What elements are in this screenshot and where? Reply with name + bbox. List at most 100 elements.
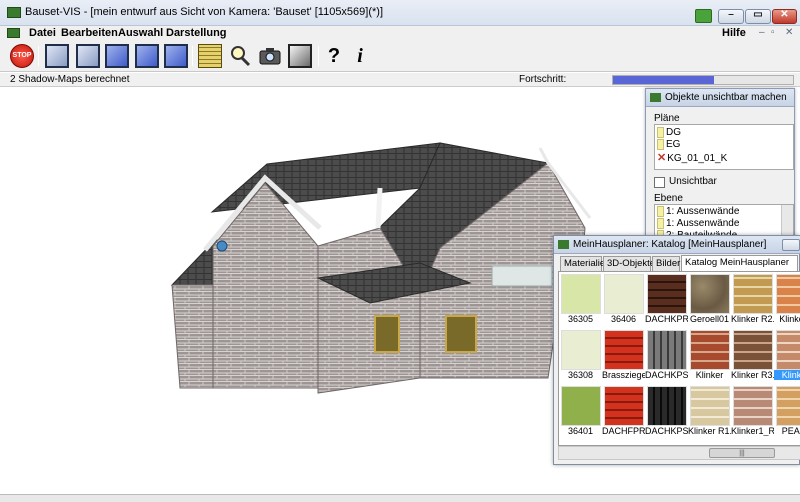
material-label: Brassziegel. (602, 370, 645, 380)
material-label: DACHKPS. (645, 370, 688, 380)
plan-swatch (657, 139, 664, 150)
info-icon[interactable]: i (348, 44, 372, 68)
ebene-swatch (657, 218, 664, 229)
material-tile[interactable]: DACHKPS. (645, 384, 688, 440)
material-thumbnail (647, 274, 687, 314)
status-bar: 2 Shadow-Maps berechnet Fortschritt: (0, 73, 800, 87)
material-tile[interactable]: 36406 (602, 272, 645, 328)
hidden-x-icon: ✕ (657, 152, 667, 164)
material-tile[interactable]: 36308 (559, 328, 602, 384)
progress-fill (613, 76, 714, 84)
plan-item[interactable]: EG (657, 139, 680, 150)
magnifier-icon[interactable] (228, 44, 252, 68)
ebene-scrollbar[interactable] (781, 205, 793, 239)
toolbar-separator (318, 46, 319, 66)
material-thumbnail (776, 274, 800, 314)
catalog-scroll-thumb[interactable]: ||| (709, 448, 775, 458)
catalog-minimize-button[interactable] (782, 239, 800, 251)
material-thumbnail (776, 386, 800, 426)
close-button[interactable]: ✕ (772, 9, 797, 24)
material-tile[interactable]: Geroell01 (688, 272, 731, 328)
material-tile[interactable]: Klinker1_R. (731, 384, 774, 440)
material-label: 36308 (567, 370, 594, 380)
catalog-icon (558, 240, 569, 249)
menu-bar: Datei Bearbeiten Auswahl Darstellung Hil… (0, 26, 800, 40)
view-top-icon[interactable] (105, 44, 129, 68)
view-iso-icon[interactable] (135, 44, 159, 68)
material-thumbnail (690, 274, 730, 314)
camera-icon[interactable] (258, 44, 282, 68)
material-thumbnail (647, 386, 687, 426)
material-tile[interactable]: Klinker (774, 328, 800, 384)
material-thumbnail (690, 386, 730, 426)
catalog-hscrollbar[interactable]: ||| (558, 446, 800, 460)
material-label: DACHKPS. (645, 426, 688, 436)
material-thumbnail (647, 330, 687, 370)
catalog-title: MeinHausplaner: Katalog [MeinHausplaner] (573, 239, 767, 250)
progress-bar (612, 75, 794, 85)
material-label: Klinker1_R. (731, 426, 774, 436)
plan-item[interactable]: DG (657, 127, 681, 138)
view-front-icon[interactable] (45, 44, 69, 68)
material-label: 36305 (567, 314, 594, 324)
material-tile[interactable]: Klinker R2. (731, 272, 774, 328)
material-tile[interactable]: DACHFPR. (602, 384, 645, 440)
progress-label: Fortschritt: (519, 74, 567, 85)
app-icon (7, 7, 21, 18)
material-tile[interactable]: Klinker R3. (731, 328, 774, 384)
material-thumbnail (561, 386, 601, 426)
material-tile[interactable]: Klinker1 (774, 272, 800, 328)
ebene-item[interactable]: 1: Aussenwände (657, 206, 739, 217)
menu-auswahl[interactable]: Auswahl (118, 27, 163, 39)
tab-materialien[interactable]: Materialien (560, 256, 610, 271)
menu-datei[interactable]: Datei (29, 27, 56, 39)
toolbar-separator (38, 46, 39, 66)
mdi-minimize-button[interactable]: – (759, 27, 765, 38)
material-label: Klinker R2. (731, 314, 774, 324)
material-label: Geroell01 (689, 314, 730, 324)
mdi-restore-button[interactable]: ▫ (771, 27, 775, 38)
panel-title: Objekte unsichtbar machen (665, 92, 787, 103)
material-tile[interactable]: PEAka (774, 384, 800, 440)
stop-button[interactable]: STOP (10, 44, 34, 68)
ebene-label: Ebene (654, 193, 683, 204)
help-icon[interactable]: ? (322, 44, 346, 68)
maximize-button[interactable]: ▭ (745, 9, 771, 24)
material-tile[interactable]: Klinker (688, 328, 731, 384)
material-label: Klinker R3. (731, 370, 774, 380)
plan-swatch (657, 127, 664, 138)
minimize-button[interactable]: – (718, 9, 744, 24)
green-status-icon[interactable] (695, 9, 712, 23)
material-tile[interactable]: 36401 (559, 384, 602, 440)
ebene-item[interactable]: 1: Aussenwände (657, 218, 739, 229)
status-message: 2 Shadow-Maps berechnet (10, 74, 130, 85)
catalog-window: MeinHausplaner: Katalog [MeinHausplaner]… (553, 235, 800, 465)
view-side-icon[interactable] (76, 44, 100, 68)
tab-bilder[interactable]: Bilder (652, 256, 680, 271)
material-thumbnail (604, 274, 644, 314)
window-title: Bauset-VIS - [mein entwurf aus Sicht von… (25, 6, 384, 18)
plan-item[interactable]: ✕KG_01_01_K (657, 151, 727, 164)
material-tile[interactable]: Klinker R1. (688, 384, 731, 440)
material-thumbnail (604, 330, 644, 370)
ebene-swatch (657, 206, 664, 217)
view-perspective-icon[interactable] (164, 44, 188, 68)
material-tile[interactable]: DACHKPS. (645, 328, 688, 384)
mdi-close-button[interactable]: ✕ (785, 27, 793, 38)
material-thumbnail (776, 330, 800, 370)
tab-3d-objekte[interactable]: 3D-Objekte (603, 256, 655, 271)
menu-bearbeiten[interactable]: Bearbeiten (61, 27, 118, 39)
menu-hilfe[interactable]: Hilfe (722, 27, 746, 39)
material-label: Klinker1 (779, 314, 800, 324)
material-tile[interactable]: 36305 (559, 272, 602, 328)
material-label: DACHKPR. (645, 314, 688, 324)
grid-icon[interactable] (198, 44, 222, 68)
render-icon[interactable] (288, 44, 312, 68)
unsichtbar-checkbox[interactable] (654, 177, 665, 188)
material-tile[interactable]: Brassziegel. (602, 328, 645, 384)
menu-darstellung[interactable]: Darstellung (166, 27, 227, 39)
title-bar: Bauset-VIS - [mein entwurf aus Sicht von… (0, 0, 800, 26)
plaene-list[interactable]: DG EG ✕KG_01_01_K (654, 124, 794, 170)
tab-katalog-meinhausplaner[interactable]: Katalog MeinHausplaner (681, 255, 798, 271)
material-tile[interactable]: DACHKPR. (645, 272, 688, 328)
